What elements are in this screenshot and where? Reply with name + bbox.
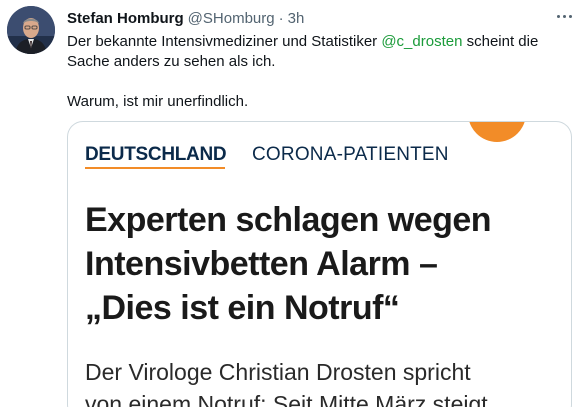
- tweet-text-part: Der bekannte Intensivmediziner und Stati…: [67, 33, 382, 50]
- author-handle[interactable]: @SHomburg: [188, 10, 275, 27]
- card-lead-text: Der Virologe Christian Drosten spricht v…: [85, 356, 565, 407]
- more-dot: [568, 14, 572, 18]
- logo-badge: [468, 122, 526, 142]
- headline-line: Experten schlagen wegen: [85, 201, 492, 239]
- tweet-header: Stefan Homburg @SHomburg · 3h: [67, 8, 304, 28]
- card-category-label: CORONA-PATIENTEN: [252, 144, 449, 165]
- lead-line: Der Virologe Christian Drosten spricht: [85, 359, 471, 385]
- card-section-label: DEUTSCHLAND: [85, 144, 227, 165]
- author-name[interactable]: Stefan Homburg: [67, 10, 184, 27]
- more-horizontal-icon[interactable]: [552, 6, 576, 26]
- more-dot: [562, 14, 566, 18]
- tweet[interactable]: Stefan Homburg @SHomburg · 3h Der bekann…: [0, 0, 583, 407]
- headline-line: Intensivbetten Alarm –: [85, 245, 438, 283]
- tweet-text: Der bekannte Intensivmediziner und Stati…: [67, 32, 572, 112]
- headline-line: „Dies ist ein Notruf“: [85, 289, 400, 327]
- mention-link[interactable]: @c_drosten: [381, 33, 462, 50]
- card-headline: Experten schlagen wegen Intensivbetten A…: [85, 198, 555, 330]
- avatar-image: [7, 6, 55, 54]
- tweet-paragraph: Warum, ist mir unerfindlich.: [67, 93, 249, 110]
- lead-line: von einem Notruf: Seit Mitte März steigt: [85, 391, 488, 407]
- timestamp[interactable]: 3h: [288, 10, 305, 27]
- separator-dot: ·: [278, 9, 284, 27]
- avatar[interactable]: [7, 6, 55, 54]
- more-dot: [556, 14, 560, 18]
- link-preview-card[interactable]: DEUTSCHLAND CORONA-PATIENTEN Experten sc…: [67, 121, 572, 407]
- section-underline: [85, 167, 225, 169]
- tweet-paragraph: Der bekannte Intensivmediziner und Stati…: [67, 32, 572, 72]
